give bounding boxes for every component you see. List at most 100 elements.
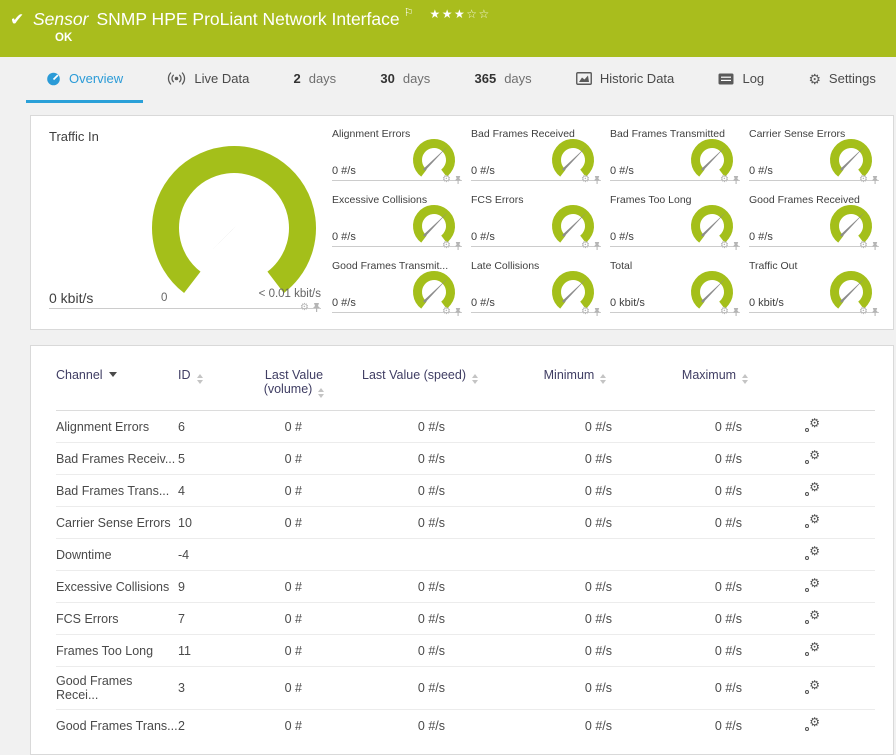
pin-icon[interactable]: [454, 241, 462, 251]
primary-channel-gauge-cell[interactable]: Traffic In 0 kbit/s 0 < 0.01 kbit/s ⚙: [49, 128, 321, 309]
channel-gear-icon[interactable]: ⚙: [720, 175, 729, 185]
channel-gauge-cell[interactable]: Traffic Out 0 kbit/s ⚙: [749, 260, 879, 313]
channel-gear-icon[interactable]: ⚙: [442, 241, 451, 251]
table-row: FCS Errors 7 0 # 0 #/s 0 #/s 0 #/s ⚙: [56, 603, 875, 635]
channel-gear-icon[interactable]: ⚙: [859, 175, 868, 185]
pin-icon[interactable]: [593, 241, 601, 251]
log-icon: [718, 73, 734, 85]
flag-icon[interactable]: ⚐: [404, 7, 414, 19]
last-value-speed-cell: [340, 539, 500, 571]
pin-icon[interactable]: [871, 307, 879, 317]
minimum-cell: 0 #/s: [500, 603, 650, 635]
column-header-last-value-speed[interactable]: Last Value (speed): [340, 346, 500, 411]
sort-icon: [472, 374, 478, 384]
pin-icon[interactable]: [732, 307, 740, 317]
gauge-value: 0 #/s: [610, 231, 634, 243]
pin-icon[interactable]: [454, 307, 462, 317]
channel-settings-icon[interactable]: ⚙: [805, 717, 820, 731]
pin-icon[interactable]: [593, 175, 601, 185]
channel-settings-icon[interactable]: ⚙: [805, 610, 820, 624]
channel-settings-icon[interactable]: ⚙: [805, 578, 820, 592]
channel-gauge-cell[interactable]: Frames Too Long 0 #/s ⚙: [610, 194, 740, 247]
channel-gauge-cell[interactable]: Excessive Collisions 0 #/s ⚙: [332, 194, 462, 247]
maximum-cell: 0 #/s: [650, 710, 780, 742]
tab-30-days[interactable]: 30 days: [360, 57, 450, 103]
channel-gear-icon[interactable]: ⚙: [442, 307, 451, 317]
column-header-minimum[interactable]: Minimum: [500, 346, 650, 411]
channel-settings-icon[interactable]: ⚙: [805, 418, 820, 432]
channel-gear-icon[interactable]: ⚙: [720, 307, 729, 317]
channel-name-cell[interactable]: Alignment Errors: [56, 411, 178, 443]
status-ok-check-icon: ✔: [10, 10, 24, 30]
channel-gear-icon[interactable]: ⚙: [300, 303, 309, 313]
priority-star-rating[interactable]: ★★★☆☆: [429, 7, 490, 21]
channel-gear-icon[interactable]: ⚙: [720, 241, 729, 251]
column-header-last-value-volume[interactable]: Last Value (volume): [248, 346, 340, 411]
gauge-value: 0 #/s: [471, 297, 495, 309]
channel-gauge-cell[interactable]: Late Collisions 0 #/s ⚙: [471, 260, 601, 313]
channel-settings-icon[interactable]: ⚙: [805, 450, 820, 464]
channel-gear-icon[interactable]: ⚙: [581, 307, 590, 317]
tab-365-days[interactable]: 365 days: [455, 57, 552, 103]
traffic-in-gauge[interactable]: [131, 140, 321, 310]
table-row: Bad Frames Trans... 4 0 # 0 #/s 0 #/s 0 …: [56, 475, 875, 507]
pin-icon[interactable]: [871, 241, 879, 251]
table-row: Good Frames Recei... 3 0 # 0 #/s 0 #/s 0…: [56, 667, 875, 710]
tab-log[interactable]: Log: [698, 57, 784, 103]
channel-name-cell[interactable]: Good Frames Recei...: [56, 667, 178, 710]
tab-number: 2: [293, 71, 300, 86]
pin-icon[interactable]: [454, 175, 462, 185]
gauge-value: 0 kbit/s: [49, 290, 93, 306]
channel-gear-icon[interactable]: ⚙: [581, 241, 590, 251]
channel-gear-icon[interactable]: ⚙: [859, 307, 868, 317]
channel-gauge-cell[interactable]: Good Frames Received 0 #/s ⚙: [749, 194, 879, 247]
tab-label: Settings: [829, 71, 876, 86]
pin-icon[interactable]: [593, 307, 601, 317]
column-header-maximum[interactable]: Maximum: [650, 346, 780, 411]
minimum-cell: 0 #/s: [500, 635, 650, 667]
channel-name-cell[interactable]: Frames Too Long: [56, 635, 178, 667]
channel-gauge-cell[interactable]: Good Frames Transmit... 0 #/s ⚙: [332, 260, 462, 313]
column-header-id[interactable]: ID: [178, 346, 248, 411]
channel-name-cell[interactable]: Carrier Sense Errors: [56, 507, 178, 539]
tab-overview[interactable]: Overview: [26, 57, 143, 103]
tab-historic-data[interactable]: Historic Data: [556, 57, 694, 103]
broadcast-icon: [167, 72, 186, 85]
channel-name-cell[interactable]: Good Frames Trans...: [56, 710, 178, 742]
tab-2-days[interactable]: 2 days: [273, 57, 356, 103]
tab-live-data[interactable]: Live Data: [147, 57, 269, 103]
minimum-cell: 0 #/s: [500, 710, 650, 742]
column-header-channel[interactable]: Channel: [56, 346, 178, 411]
channel-name-cell[interactable]: FCS Errors: [56, 603, 178, 635]
tab-settings[interactable]: ⚙ Settings: [788, 57, 896, 103]
channel-gauge-cell[interactable]: Carrier Sense Errors 0 #/s ⚙: [749, 128, 879, 181]
last-value-volume-cell: 0 #: [248, 507, 340, 539]
channel-name-cell[interactable]: Downtime: [56, 539, 178, 571]
channel-settings-icon[interactable]: ⚙: [805, 482, 820, 496]
channel-name-cell[interactable]: Bad Frames Receiv...: [56, 443, 178, 475]
channel-settings-icon[interactable]: ⚙: [805, 546, 820, 560]
gauge-value: 0 kbit/s: [749, 297, 784, 309]
channel-gear-icon[interactable]: ⚙: [581, 175, 590, 185]
channel-gauge-cell[interactable]: Bad Frames Transmitted 0 #/s ⚙: [610, 128, 740, 181]
tab-unit: days: [504, 71, 531, 86]
last-value-volume-cell: [248, 539, 340, 571]
gauges-panel: Traffic In 0 kbit/s 0 < 0.01 kbit/s ⚙ Al…: [30, 115, 894, 330]
channel-gauge-cell[interactable]: Bad Frames Received 0 #/s ⚙: [471, 128, 601, 181]
gauge-value: 0 #/s: [471, 165, 495, 177]
channel-gauge-cell[interactable]: Alignment Errors 0 #/s ⚙: [332, 128, 462, 181]
pin-icon[interactable]: [871, 175, 879, 185]
pin-icon[interactable]: [312, 302, 321, 313]
channel-gauge-cell[interactable]: FCS Errors 0 #/s ⚙: [471, 194, 601, 247]
tab-unit: days: [309, 71, 336, 86]
channel-gauge-cell[interactable]: Total 0 kbit/s ⚙: [610, 260, 740, 313]
channel-gear-icon[interactable]: ⚙: [859, 241, 868, 251]
pin-icon[interactable]: [732, 175, 740, 185]
channel-settings-icon[interactable]: ⚙: [805, 642, 820, 656]
channel-settings-icon[interactable]: ⚙: [805, 680, 820, 694]
channel-gear-icon[interactable]: ⚙: [442, 175, 451, 185]
pin-icon[interactable]: [732, 241, 740, 251]
channel-name-cell[interactable]: Bad Frames Trans...: [56, 475, 178, 507]
channel-name-cell[interactable]: Excessive Collisions: [56, 571, 178, 603]
channel-settings-icon[interactable]: ⚙: [805, 514, 820, 528]
